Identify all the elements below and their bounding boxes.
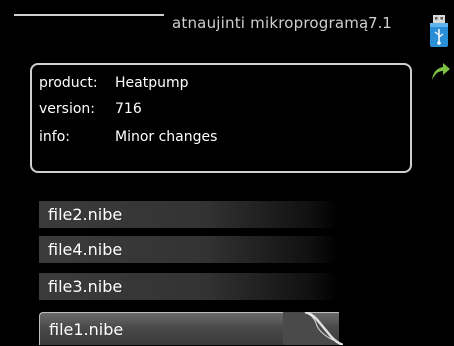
back-arrow-icon[interactable] [429,60,451,82]
info-row: info: Minor changes [39,129,217,145]
info-label: info: [39,129,70,145]
firmware-update-screen: atnaujinti mikroprogramą 7.1 product: Hea… [0,0,454,345]
firmware-info-box: product: Heatpump version: 716 info: Minor … [30,63,412,173]
version-row: version: 716 [39,101,142,117]
product-label: product: [39,75,98,91]
file-item[interactable]: file4.nibe [39,236,339,263]
file-item[interactable]: file2.nibe [39,201,339,228]
header-divider [14,14,164,16]
selection-fold-icon [283,312,343,345]
info-value: Minor changes [115,129,218,145]
product-row: product: Heatpump [39,75,189,91]
file-item[interactable]: file3.nibe [39,273,339,300]
version-label: version: [39,101,95,117]
version-value: 716 [115,101,142,117]
page-title: atnaujinti mikroprogramą [172,14,369,32]
menu-number: 7.1 [368,14,392,32]
product-value: Heatpump [115,75,189,91]
usb-icon [430,15,448,47]
